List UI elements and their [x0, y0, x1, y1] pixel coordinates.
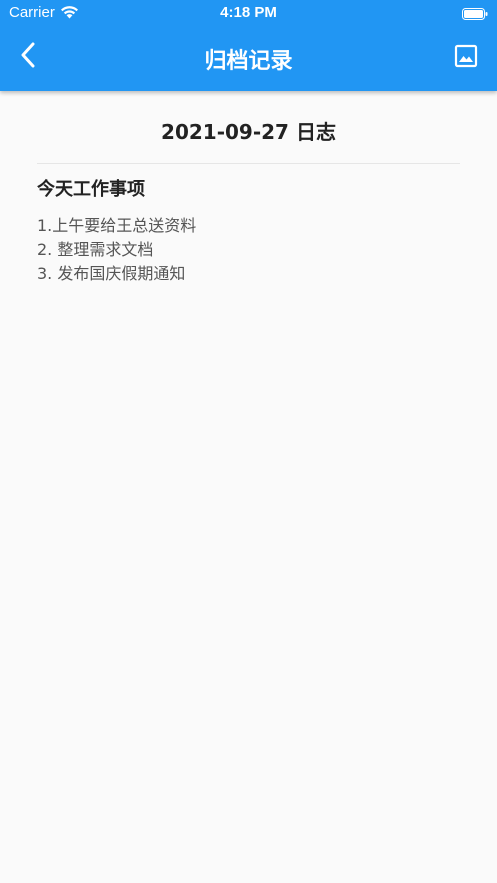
status-bar: Carrier 4:18 PM	[0, 0, 497, 26]
image-icon	[454, 44, 478, 72]
list-item: 1.上午要给王总送资料	[37, 216, 197, 235]
section-title: 今天工作事项	[37, 179, 145, 200]
log-title: 2021-09-27 日志	[161, 120, 336, 144]
list-item: 2. 整理需求文档	[37, 240, 154, 259]
status-time: 4:18 PM	[220, 4, 277, 21]
list-item: 3. 发布国庆假期通知	[37, 264, 186, 283]
task-list: 1.上午要给王总送资料 2. 整理需求文档 3. 发布国庆假期通知	[37, 214, 460, 286]
log-content: 2021-09-27 日志 今天工作事项 1.上午要给王总送资料 2. 整理需求…	[37, 91, 460, 286]
page-title: 归档记录	[204, 49, 293, 74]
toolbar: 归档记录	[0, 26, 497, 91]
app-bar: Carrier 4:18 PM 归档记录	[0, 0, 497, 91]
archive-record-screen: Carrier 4:18 PM 归档记录 2021-09-27 日志 今天工作事…	[0, 0, 497, 883]
image-button[interactable]	[449, 41, 483, 75]
battery-full-icon	[462, 6, 488, 20]
divider	[37, 163, 460, 164]
